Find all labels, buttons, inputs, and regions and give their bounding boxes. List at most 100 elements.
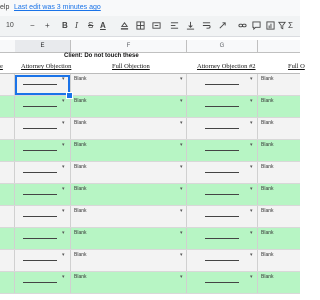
- column-header-f[interactable]: F: [71, 40, 187, 52]
- full-objection-2-cell[interactable]: Blank: [258, 118, 300, 139]
- dropdown-arrow-icon[interactable]: ▾: [62, 186, 65, 192]
- functions-button[interactable]: Σ: [288, 21, 293, 31]
- attorney-objection-dropdown[interactable]: ▾: [15, 162, 71, 183]
- merge-icon[interactable]: [152, 21, 161, 33]
- valign-icon[interactable]: [186, 21, 195, 33]
- full-objection-cell[interactable]: Blank ▾: [71, 140, 187, 161]
- dropdown-arrow-icon[interactable]: ▾: [250, 186, 253, 192]
- row-cell-d[interactable]: [0, 162, 15, 183]
- attorney-objection-2-dropdown[interactable]: ▾: [187, 272, 258, 293]
- dropdown-arrow-icon[interactable]: ▾: [180, 98, 183, 104]
- attorney-objection-dropdown[interactable]: ▾: [15, 272, 71, 293]
- full-objection-2-cell[interactable]: Blank: [258, 228, 300, 249]
- text-wrap-icon[interactable]: [202, 21, 211, 33]
- dropdown-arrow-icon[interactable]: ▾: [250, 208, 253, 214]
- attorney-objection-2-dropdown[interactable]: ▾: [187, 140, 258, 161]
- attorney-objection-2-dropdown[interactable]: ▾: [187, 118, 258, 139]
- dropdown-arrow-icon[interactable]: ▾: [250, 230, 253, 236]
- text-rotate-icon[interactable]: [218, 21, 227, 33]
- dropdown-arrow-icon[interactable]: ▾: [180, 120, 183, 126]
- dropdown-arrow-icon[interactable]: ▾: [180, 186, 183, 192]
- row-cell-d[interactable]: [0, 228, 15, 249]
- full-objection-2-cell[interactable]: Blank: [258, 162, 300, 183]
- text-color-button[interactable]: A: [100, 21, 106, 31]
- align-left-icon[interactable]: [170, 21, 179, 33]
- attorney-objection-2-dropdown[interactable]: ▾: [187, 162, 258, 183]
- fill-handle[interactable]: [66, 92, 73, 99]
- attorney-objection-dropdown[interactable]: ▾: [15, 140, 71, 161]
- dropdown-arrow-icon[interactable]: ▾: [250, 120, 253, 126]
- full-objection-cell[interactable]: Blank ▾: [71, 228, 187, 249]
- dropdown-arrow-icon[interactable]: ▾: [62, 142, 65, 148]
- dropdown-arrow-icon[interactable]: ▾: [62, 164, 65, 170]
- dropdown-arrow-icon[interactable]: ▾: [250, 142, 253, 148]
- dropdown-arrow-icon[interactable]: ▾: [62, 252, 65, 258]
- dropdown-arrow-icon[interactable]: ▾: [62, 230, 65, 236]
- font-size-selector[interactable]: 10: [6, 21, 14, 31]
- attorney-objection-2-dropdown[interactable]: ▾: [187, 184, 258, 205]
- strikethrough-button[interactable]: S: [88, 21, 93, 31]
- row-cell-d[interactable]: [0, 250, 15, 271]
- attorney-objection-dropdown[interactable]: ▾: [15, 184, 71, 205]
- dropdown-arrow-icon[interactable]: ▾: [250, 164, 253, 170]
- row-cell-d[interactable]: [0, 206, 15, 227]
- dropdown-arrow-icon[interactable]: ▾: [250, 98, 253, 104]
- increase-font-button[interactable]: +: [45, 21, 50, 31]
- attorney-objection-dropdown[interactable]: ▾: [15, 206, 71, 227]
- dropdown-arrow-icon[interactable]: ▾: [62, 76, 65, 82]
- attorney-objection-dropdown[interactable]: ▾: [15, 250, 71, 271]
- dropdown-arrow-icon[interactable]: ▾: [62, 120, 65, 126]
- full-objection-2-cell[interactable]: Blank: [258, 96, 300, 117]
- dropdown-arrow-icon[interactable]: ▾: [180, 208, 183, 214]
- last-edit-link[interactable]: Last edit was 3 minutes ago: [14, 4, 101, 11]
- full-objection-cell[interactable]: Blank ▾: [71, 96, 187, 117]
- full-objection-cell[interactable]: Blank ▾: [71, 272, 187, 293]
- row-cell-d[interactable]: [0, 74, 15, 95]
- full-objection-cell[interactable]: Blank ▾: [71, 206, 187, 227]
- full-objection-2-cell[interactable]: Blank: [258, 206, 300, 227]
- column-header-e[interactable]: E: [15, 40, 71, 52]
- full-objection-2-cell[interactable]: Blank: [258, 140, 300, 161]
- full-objection-2-cell[interactable]: Blank: [258, 184, 300, 205]
- dropdown-arrow-icon[interactable]: ▾: [62, 274, 65, 280]
- dropdown-arrow-icon[interactable]: ▾: [180, 252, 183, 258]
- attorney-objection-dropdown[interactable]: ▾: [15, 96, 71, 117]
- insert-comment-icon[interactable]: [252, 21, 261, 33]
- dropdown-arrow-icon[interactable]: ▾: [250, 252, 253, 258]
- attorney-objection-2-dropdown[interactable]: ▾: [187, 206, 258, 227]
- dropdown-arrow-icon[interactable]: ▾: [180, 142, 183, 148]
- row-cell-d[interactable]: [0, 184, 15, 205]
- dropdown-arrow-icon[interactable]: ▾: [62, 208, 65, 214]
- full-objection-cell[interactable]: Blank ▾: [71, 184, 187, 205]
- attorney-objection-dropdown[interactable]: ▾: [15, 228, 71, 249]
- dropdown-arrow-icon[interactable]: ▾: [62, 98, 65, 104]
- attorney-objection-dropdown[interactable]: ▾: [15, 118, 71, 139]
- insert-link-icon[interactable]: [238, 21, 247, 33]
- full-objection-2-cell[interactable]: Blank: [258, 74, 300, 95]
- help-menu[interactable]: elp: [0, 4, 9, 11]
- dropdown-arrow-icon[interactable]: ▾: [180, 164, 183, 170]
- italic-button[interactable]: I: [75, 21, 78, 31]
- attorney-objection-2-dropdown[interactable]: ▾: [187, 74, 258, 95]
- borders-icon[interactable]: [136, 21, 145, 33]
- full-objection-cell[interactable]: Blank ▾: [71, 74, 187, 95]
- row-cell-d[interactable]: [0, 96, 15, 117]
- attorney-objection-2-dropdown[interactable]: ▾: [187, 96, 258, 117]
- row-cell-d[interactable]: [0, 272, 15, 293]
- bold-button[interactable]: B: [62, 21, 68, 31]
- full-objection-2-cell[interactable]: Blank: [258, 250, 300, 271]
- row-cell-d[interactable]: [0, 118, 15, 139]
- attorney-objection-2-dropdown[interactable]: ▾: [187, 250, 258, 271]
- decrease-font-button[interactable]: −: [30, 21, 35, 31]
- row-cell-d[interactable]: [0, 140, 15, 161]
- column-header-g[interactable]: G: [187, 40, 258, 52]
- attorney-objection-dropdown[interactable]: ▾: [15, 74, 71, 95]
- filter-icon[interactable]: [278, 21, 286, 33]
- dropdown-arrow-icon[interactable]: ▾: [250, 76, 253, 82]
- dropdown-arrow-icon[interactable]: ▾: [180, 274, 183, 280]
- dropdown-arrow-icon[interactable]: ▾: [180, 230, 183, 236]
- insert-chart-icon[interactable]: [266, 21, 275, 33]
- full-objection-2-cell[interactable]: Blank: [258, 272, 300, 293]
- dropdown-arrow-icon[interactable]: ▾: [250, 274, 253, 280]
- dropdown-arrow-icon[interactable]: ▾: [180, 76, 183, 82]
